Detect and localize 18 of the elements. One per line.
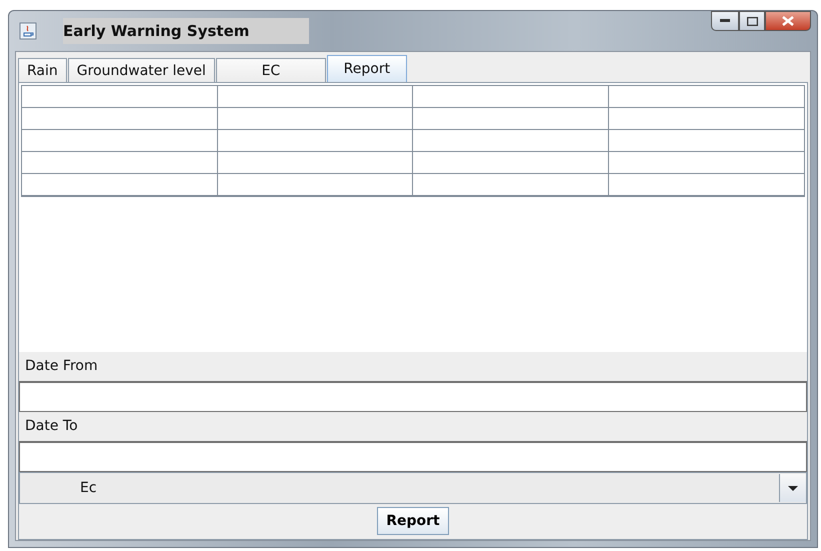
tab[interactable]: Groundwater level <box>68 58 215 82</box>
report-button[interactable]: Report <box>377 507 449 535</box>
minimize-icon <box>720 19 730 23</box>
cup-icon <box>19 22 37 40</box>
maximize-button[interactable] <box>739 11 765 31</box>
parameter-dropdown[interactable]: Ec <box>19 472 807 504</box>
date-to-field[interactable] <box>19 441 807 472</box>
field-label: Date From <box>19 352 807 381</box>
maximize-icon <box>746 16 758 26</box>
date-from-field[interactable] <box>19 381 807 412</box>
tab[interactable]: EC <box>216 58 326 82</box>
tab[interactable]: Rain <box>18 58 67 82</box>
window-title: Early Warning System <box>63 18 310 44</box>
minimize-button[interactable] <box>711 11 739 31</box>
close-button[interactable] <box>765 11 811 31</box>
field-label: Date To <box>19 412 807 441</box>
tab[interactable]: Report <box>326 55 407 82</box>
close-icon <box>782 16 794 26</box>
